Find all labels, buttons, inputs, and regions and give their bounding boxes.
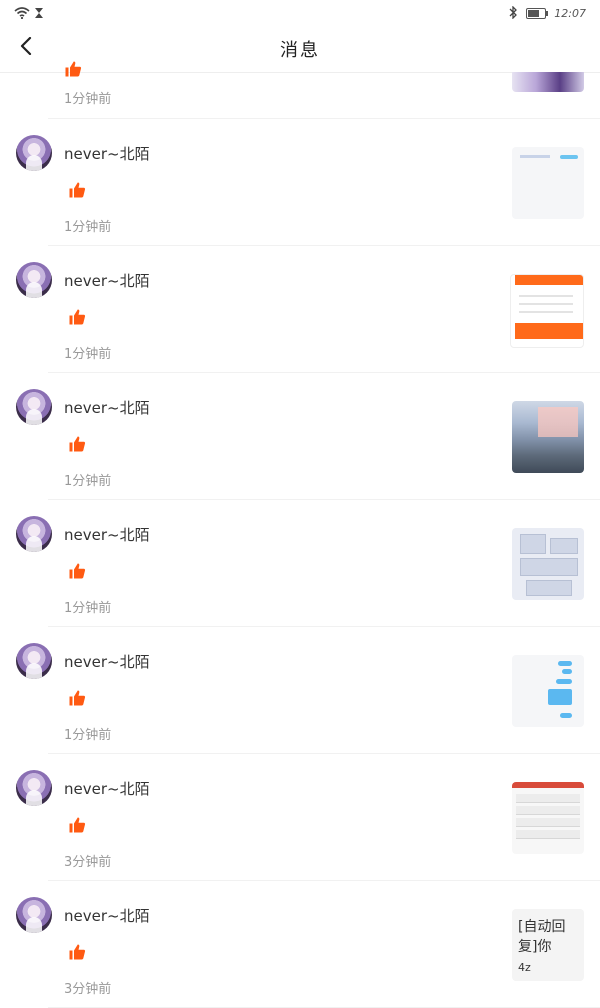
list-item[interactable]: never~北陌 1分钟前 — [0, 627, 600, 754]
time-ago: 3分钟前 — [64, 855, 112, 870]
user-name[interactable]: never~北陌 — [64, 270, 150, 291]
thumb-bubble — [560, 713, 572, 718]
thumbnail[interactable] — [512, 782, 584, 854]
thumbs-up-icon — [68, 308, 86, 326]
thumb-bubble — [562, 669, 572, 674]
battery-fill — [528, 10, 540, 17]
page-title: 消息 — [280, 40, 320, 61]
thumb-row — [516, 806, 580, 815]
list-item[interactable]: never~北陌 3分钟前 [自动回复]你 4z — [0, 881, 600, 1008]
list-item[interactable]: never~北陌 1分钟前 — [0, 119, 600, 246]
thumb-line — [519, 311, 573, 313]
thumbnail[interactable] — [512, 655, 584, 727]
time-ago: 1分钟前 — [64, 601, 112, 616]
avatar[interactable] — [16, 897, 52, 933]
thumb-block — [550, 538, 578, 554]
nav-bar: 消息 — [0, 24, 600, 73]
list-item[interactable]: never~北陌 1分钟前 — [0, 373, 600, 500]
avatar[interactable] — [16, 262, 52, 298]
time-ago: 1分钟前 — [64, 347, 112, 362]
thumb-header — [512, 782, 584, 788]
list-item-partial[interactable]: 1分钟前 — [48, 61, 600, 119]
thumbnail[interactable]: [自动回复]你 4z — [512, 909, 584, 981]
list-item[interactable]: never~北陌 3分钟前 — [0, 754, 600, 881]
avatar[interactable] — [16, 135, 52, 171]
user-name[interactable]: never~北陌 — [64, 143, 150, 164]
thumbs-up-icon — [68, 689, 86, 707]
thumbs-up-icon — [68, 943, 86, 961]
user-name[interactable]: never~北陌 — [64, 651, 150, 672]
status-time: 12:07 — [554, 7, 586, 20]
thumb-bubble — [556, 679, 572, 684]
thumb-block — [520, 534, 546, 554]
thumbnail[interactable] — [512, 401, 584, 473]
thumbs-up-icon — [64, 60, 82, 78]
status-right: 12:07 — [509, 4, 586, 23]
thumbnail[interactable] — [510, 274, 584, 348]
thumbnail-text: [自动回复]你 4z — [518, 917, 580, 978]
thumb-line — [519, 295, 573, 297]
user-name[interactable]: never~北陌 — [64, 905, 150, 926]
time-ago: 1分钟前 — [64, 220, 112, 235]
thumbnail[interactable] — [512, 528, 584, 600]
wifi-icon — [14, 4, 30, 23]
user-name[interactable]: never~北陌 — [64, 524, 150, 545]
list-item[interactable]: never~北陌 1分钟前 — [0, 500, 600, 627]
avatar[interactable] — [16, 770, 52, 806]
thumb-band — [515, 323, 583, 339]
thumb-block — [520, 558, 578, 576]
thumb-overlay — [538, 407, 578, 437]
thumb-block — [526, 580, 572, 596]
status-left — [14, 4, 44, 23]
message-list[interactable]: 1分钟前 never~北陌 1分钟前 never~北陌 1分钟前 never~北… — [0, 61, 600, 1008]
battery-icon — [526, 8, 549, 19]
list-item[interactable]: never~北陌 1分钟前 — [0, 246, 600, 373]
thumbnail[interactable] — [512, 147, 584, 219]
thumb-text-small: 4z — [518, 961, 531, 974]
thumbs-up-icon — [68, 562, 86, 580]
thumb-image — [548, 689, 572, 705]
user-name[interactable]: never~北陌 — [64, 778, 150, 799]
thumb-line — [519, 303, 573, 305]
user-name[interactable]: never~北陌 — [64, 397, 150, 418]
thumb-bubble — [558, 661, 572, 666]
time-ago: 1分钟前 — [64, 474, 112, 489]
thumb-row — [516, 794, 580, 803]
hourglass-icon — [34, 4, 44, 23]
avatar[interactable] — [16, 389, 52, 425]
time-ago: 1分钟前 — [64, 728, 112, 743]
thumbs-up-icon — [68, 181, 86, 199]
thumbnail[interactable] — [512, 72, 584, 92]
bluetooth-icon — [509, 4, 518, 23]
avatar[interactable] — [16, 516, 52, 552]
time-ago: 1分钟前 — [64, 92, 112, 107]
status-bar: 12:07 — [0, 0, 600, 24]
thumb-row — [516, 818, 580, 827]
thumb-text-main: [自动回复]你 — [518, 919, 566, 955]
thumb-row — [516, 830, 580, 839]
thumbs-up-icon — [68, 435, 86, 453]
avatar[interactable] — [16, 643, 52, 679]
thumb-band — [515, 275, 583, 285]
thumbs-up-icon — [68, 816, 86, 834]
time-ago: 3分钟前 — [64, 982, 112, 997]
